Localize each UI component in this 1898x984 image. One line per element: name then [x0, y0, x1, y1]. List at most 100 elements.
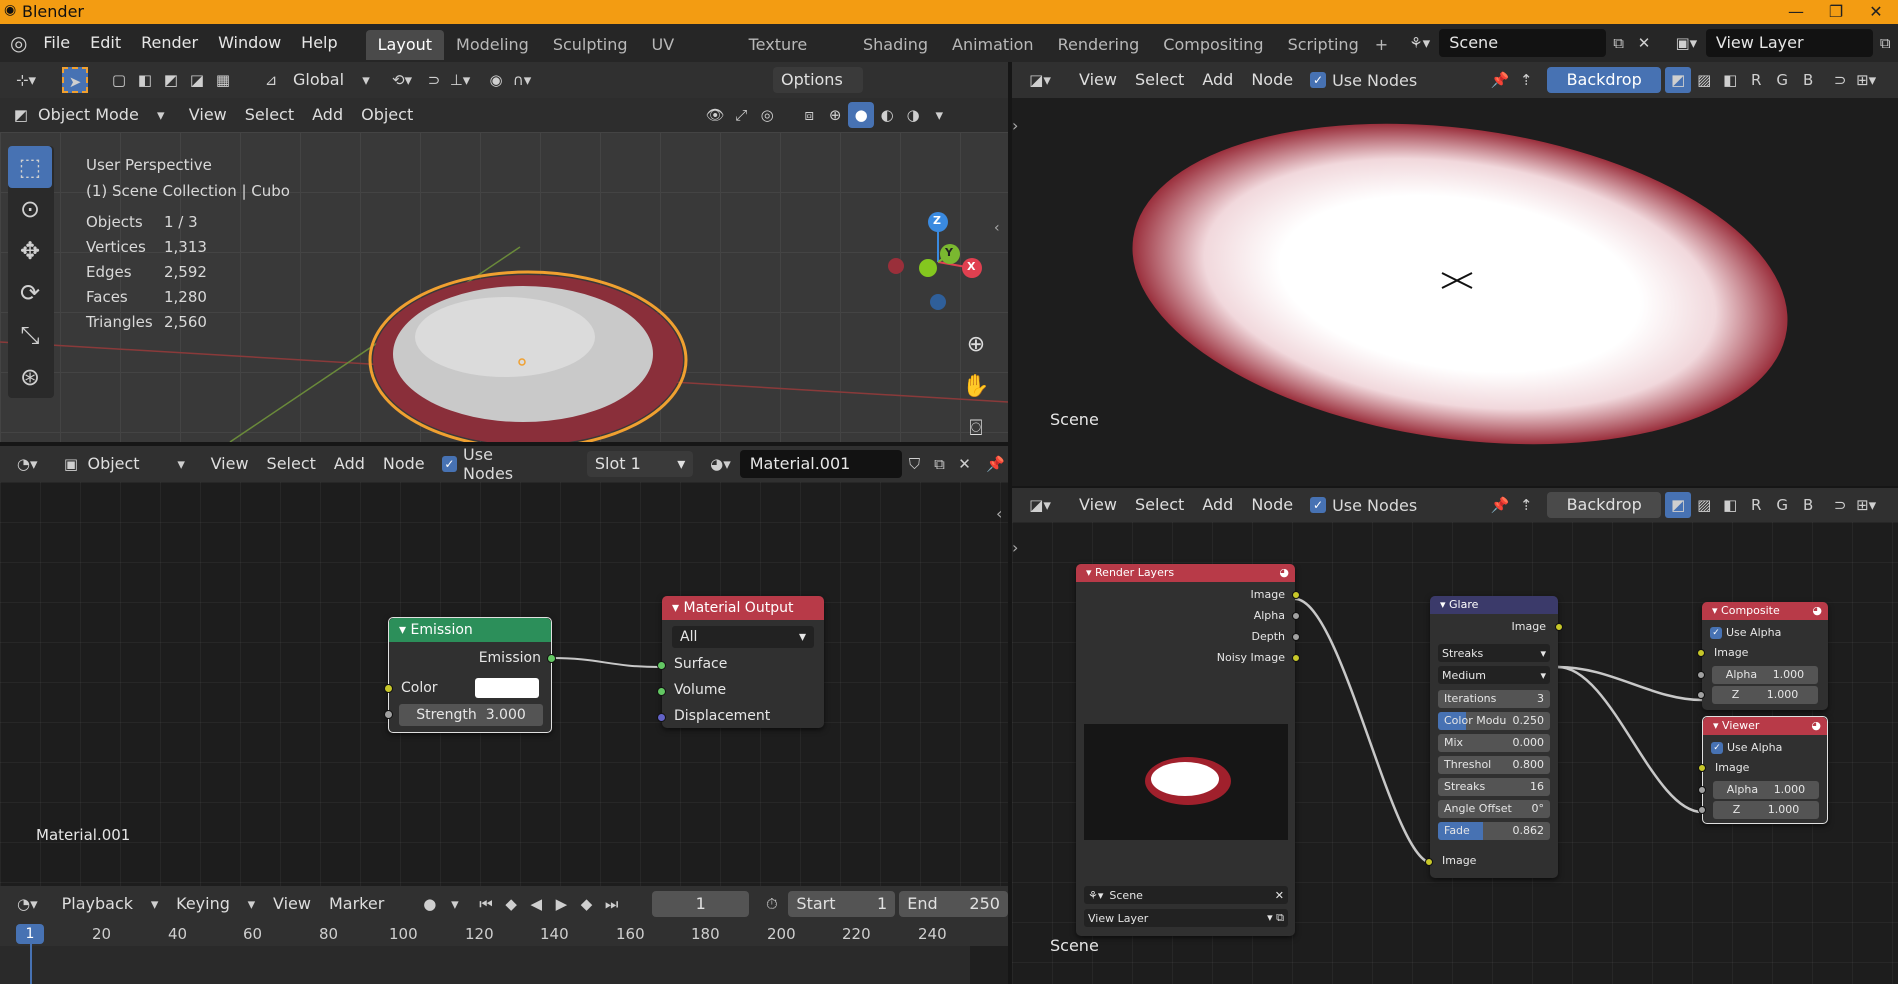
tab-texture-paint[interactable]: Texture Paint — [737, 30, 851, 84]
solid-shading-icon[interactable]: ● — [848, 102, 875, 128]
mode-select[interactable]: Object Mode — [34, 100, 148, 130]
editor-type-icon[interactable]: ◪▾ — [1020, 67, 1060, 93]
use-alpha-row[interactable]: ✓ Use Alpha — [1711, 741, 1782, 754]
select-tool-icon[interactable]: ⬚ — [8, 146, 52, 188]
minimize-icon[interactable]: — — [1776, 0, 1816, 24]
collapse-icon[interactable]: ▾ — [399, 622, 410, 638]
gizmo-toggle-icon[interactable]: ⤢ — [728, 102, 754, 128]
record-icon[interactable]: ● — [417, 891, 442, 917]
area-divider[interactable] — [1012, 486, 1898, 488]
emission-node[interactable]: ▾ Emission Emission Color Strength 3.000 — [384, 617, 556, 733]
backdrop-button[interactable]: Backdrop — [1547, 492, 1662, 518]
sidebar-toggle-icon[interactable]: ‹ — [994, 220, 1000, 236]
mode-difference-icon[interactable]: ◪ — [184, 67, 210, 93]
jump-start-icon[interactable]: ⏮ — [474, 891, 499, 917]
wireframe-shading-icon[interactable]: ⊕ — [822, 102, 848, 128]
color-modulation-field[interactable]: Color Modu 0.250 — [1438, 712, 1550, 730]
menu-node[interactable]: Node — [1242, 65, 1302, 95]
viewer-z-socket[interactable] — [1698, 806, 1706, 814]
channel-r-toggle[interactable]: R — [1743, 492, 1769, 518]
menu-file[interactable]: File — [33, 24, 80, 62]
timeline[interactable]: ◔▾ Playback ▾ Keying ▾ View Marker ● ▾ ⏮… — [0, 886, 1008, 984]
menu-add[interactable]: Add — [303, 100, 352, 130]
menu-playback[interactable]: Playback — [53, 889, 142, 919]
mode-subtract-icon[interactable]: ◩ — [158, 67, 184, 93]
tab-rendering[interactable]: Rendering — [1046, 30, 1152, 60]
editor-type-icon[interactable]: ◪▾ — [1020, 492, 1060, 518]
channel-g-toggle[interactable]: G — [1769, 67, 1795, 93]
collapse-icon[interactable]: ▾ — [1713, 719, 1722, 732]
play-icon[interactable]: ▶ — [549, 891, 574, 917]
alpha-display-icon[interactable]: ▨ — [1691, 492, 1717, 518]
collapse-icon[interactable]: ▾ — [1712, 604, 1721, 617]
menu-help[interactable]: Help — [291, 24, 347, 62]
pin-icon[interactable]: 📌 — [983, 451, 1008, 477]
shader-type-select[interactable]: Object — [83, 449, 168, 479]
use-alpha-checkbox[interactable]: ✓ — [1710, 626, 1722, 639]
play-reverse-icon[interactable]: ◀ — [524, 891, 549, 917]
slot-select[interactable]: Slot 1 ▾ — [586, 451, 694, 477]
snap-target-icon[interactable]: ⊥▾ — [447, 67, 473, 93]
timeline-ruler[interactable]: 1 20 40 60 80 100 120 140 160 180 200 22… — [0, 922, 1008, 984]
snap-icon[interactable]: ⊃ — [421, 67, 447, 93]
tab-shading[interactable]: Shading — [851, 30, 940, 60]
display-mode-icon[interactable]: ◩ — [1665, 492, 1692, 518]
transform-orientation-icon[interactable]: ⊿ — [258, 67, 284, 93]
material-browse-icon[interactable]: ◕▾ — [701, 451, 739, 477]
channel-r-toggle[interactable]: R — [1743, 67, 1769, 93]
menu-object[interactable]: Object — [352, 100, 422, 130]
tab-layout[interactable]: Layout — [365, 30, 445, 60]
viewer-node[interactable]: ▾ Viewer ◕ ✓ Use Alpha Image Alpha 1.000 Z 1… — [1698, 716, 1828, 824]
view-layer-field[interactable]: View Layer — [1705, 29, 1873, 57]
close-icon[interactable]: ✕ — [1856, 0, 1896, 24]
menu-select[interactable]: Select — [1126, 65, 1193, 95]
unlink-material-icon[interactable]: ✕ — [952, 451, 977, 477]
options-button[interactable]: Options ▾ — [773, 67, 864, 115]
viewer-title[interactable]: ▾ Viewer ◕ — [1703, 717, 1827, 735]
strength-field[interactable]: Strength 3.000 — [399, 704, 543, 726]
emission-output-socket[interactable] — [547, 654, 556, 663]
tab-sculpting[interactable]: Sculpting — [541, 30, 640, 60]
rendered-shading-icon[interactable]: ◑ — [900, 102, 926, 128]
menu-add[interactable]: Add — [1193, 490, 1242, 520]
collapse-icon[interactable]: ▾ — [672, 600, 683, 616]
render-layers-title[interactable]: ▾ Render Layers ◕ — [1076, 564, 1295, 582]
sidebar-toggle-icon[interactable]: › — [1012, 116, 1018, 135]
use-alpha-checkbox[interactable]: ✓ — [1711, 741, 1723, 754]
angle-offset-field[interactable]: Angle Offset 0° — [1438, 800, 1550, 818]
move-tool-icon[interactable]: ✥ — [8, 230, 52, 272]
editor-type-icon[interactable]: ◔▾ — [8, 451, 46, 477]
select-box-icon[interactable]: ➤ — [62, 67, 88, 93]
mode-extend-icon[interactable]: ◧ — [132, 67, 158, 93]
shader-node-canvas[interactable]: ▾ Emission Emission Color Strength 3.000… — [0, 482, 1008, 886]
use-nodes-checkbox[interactable]: ✓ — [441, 456, 458, 472]
material-shading-icon[interactable]: ◐ — [874, 102, 900, 128]
channel-b-toggle[interactable]: B — [1795, 67, 1821, 93]
strength-input-socket[interactable] — [384, 710, 393, 719]
use-nodes-checkbox[interactable]: ✓ — [1310, 497, 1327, 513]
tab-scripting[interactable]: Scripting — [1276, 30, 1371, 60]
end-frame-field[interactable]: End 250 — [899, 891, 1008, 917]
sidebar-toggle-icon[interactable]: › — [1012, 538, 1018, 557]
parent-node-icon[interactable]: ⇡ — [1513, 492, 1539, 518]
render-icon[interactable]: ◕ — [1812, 602, 1822, 620]
new-scene-icon[interactable]: ⧉ — [1606, 30, 1631, 56]
scene-field[interactable]: Scene — [1439, 29, 1606, 57]
menu-view[interactable]: View — [1070, 490, 1126, 520]
alpha-output-socket[interactable] — [1292, 612, 1300, 620]
compositor-editor[interactable]: ◪▾ View Select Add Node ✓ Use Nodes 📌 ⇡ … — [1012, 488, 1898, 984]
render-icon[interactable]: ◕ — [1279, 564, 1289, 582]
mode-dropdown-icon[interactable]: ▾ — [148, 102, 174, 128]
sidebar-toggle-icon[interactable]: ‹ — [996, 504, 1002, 523]
scene-icon[interactable]: ⚘▾ — [1400, 30, 1439, 56]
glare-node[interactable]: ▾ Glare Image Streaks ▾ Medium ▾ Iteration… — [1425, 596, 1563, 878]
new-view-layer-icon[interactable]: ⧉ — [1873, 30, 1898, 56]
shader-editor[interactable]: ◔▾ ▣ Object ▾ View Select Add Node ✓ Use… — [0, 445, 1008, 886]
tab-modeling[interactable]: Modeling — [444, 30, 541, 60]
surface-socket[interactable] — [657, 661, 666, 670]
glare-quality-select[interactable]: Medium ▾ — [1438, 666, 1550, 684]
composite-title[interactable]: ▾ Composite ◕ — [1702, 602, 1828, 620]
composite-z-field[interactable]: Z 1.000 — [1712, 686, 1818, 704]
tab-compositing[interactable]: Compositing — [1151, 30, 1275, 60]
overlay-icon[interactable]: ◎ — [754, 102, 780, 128]
